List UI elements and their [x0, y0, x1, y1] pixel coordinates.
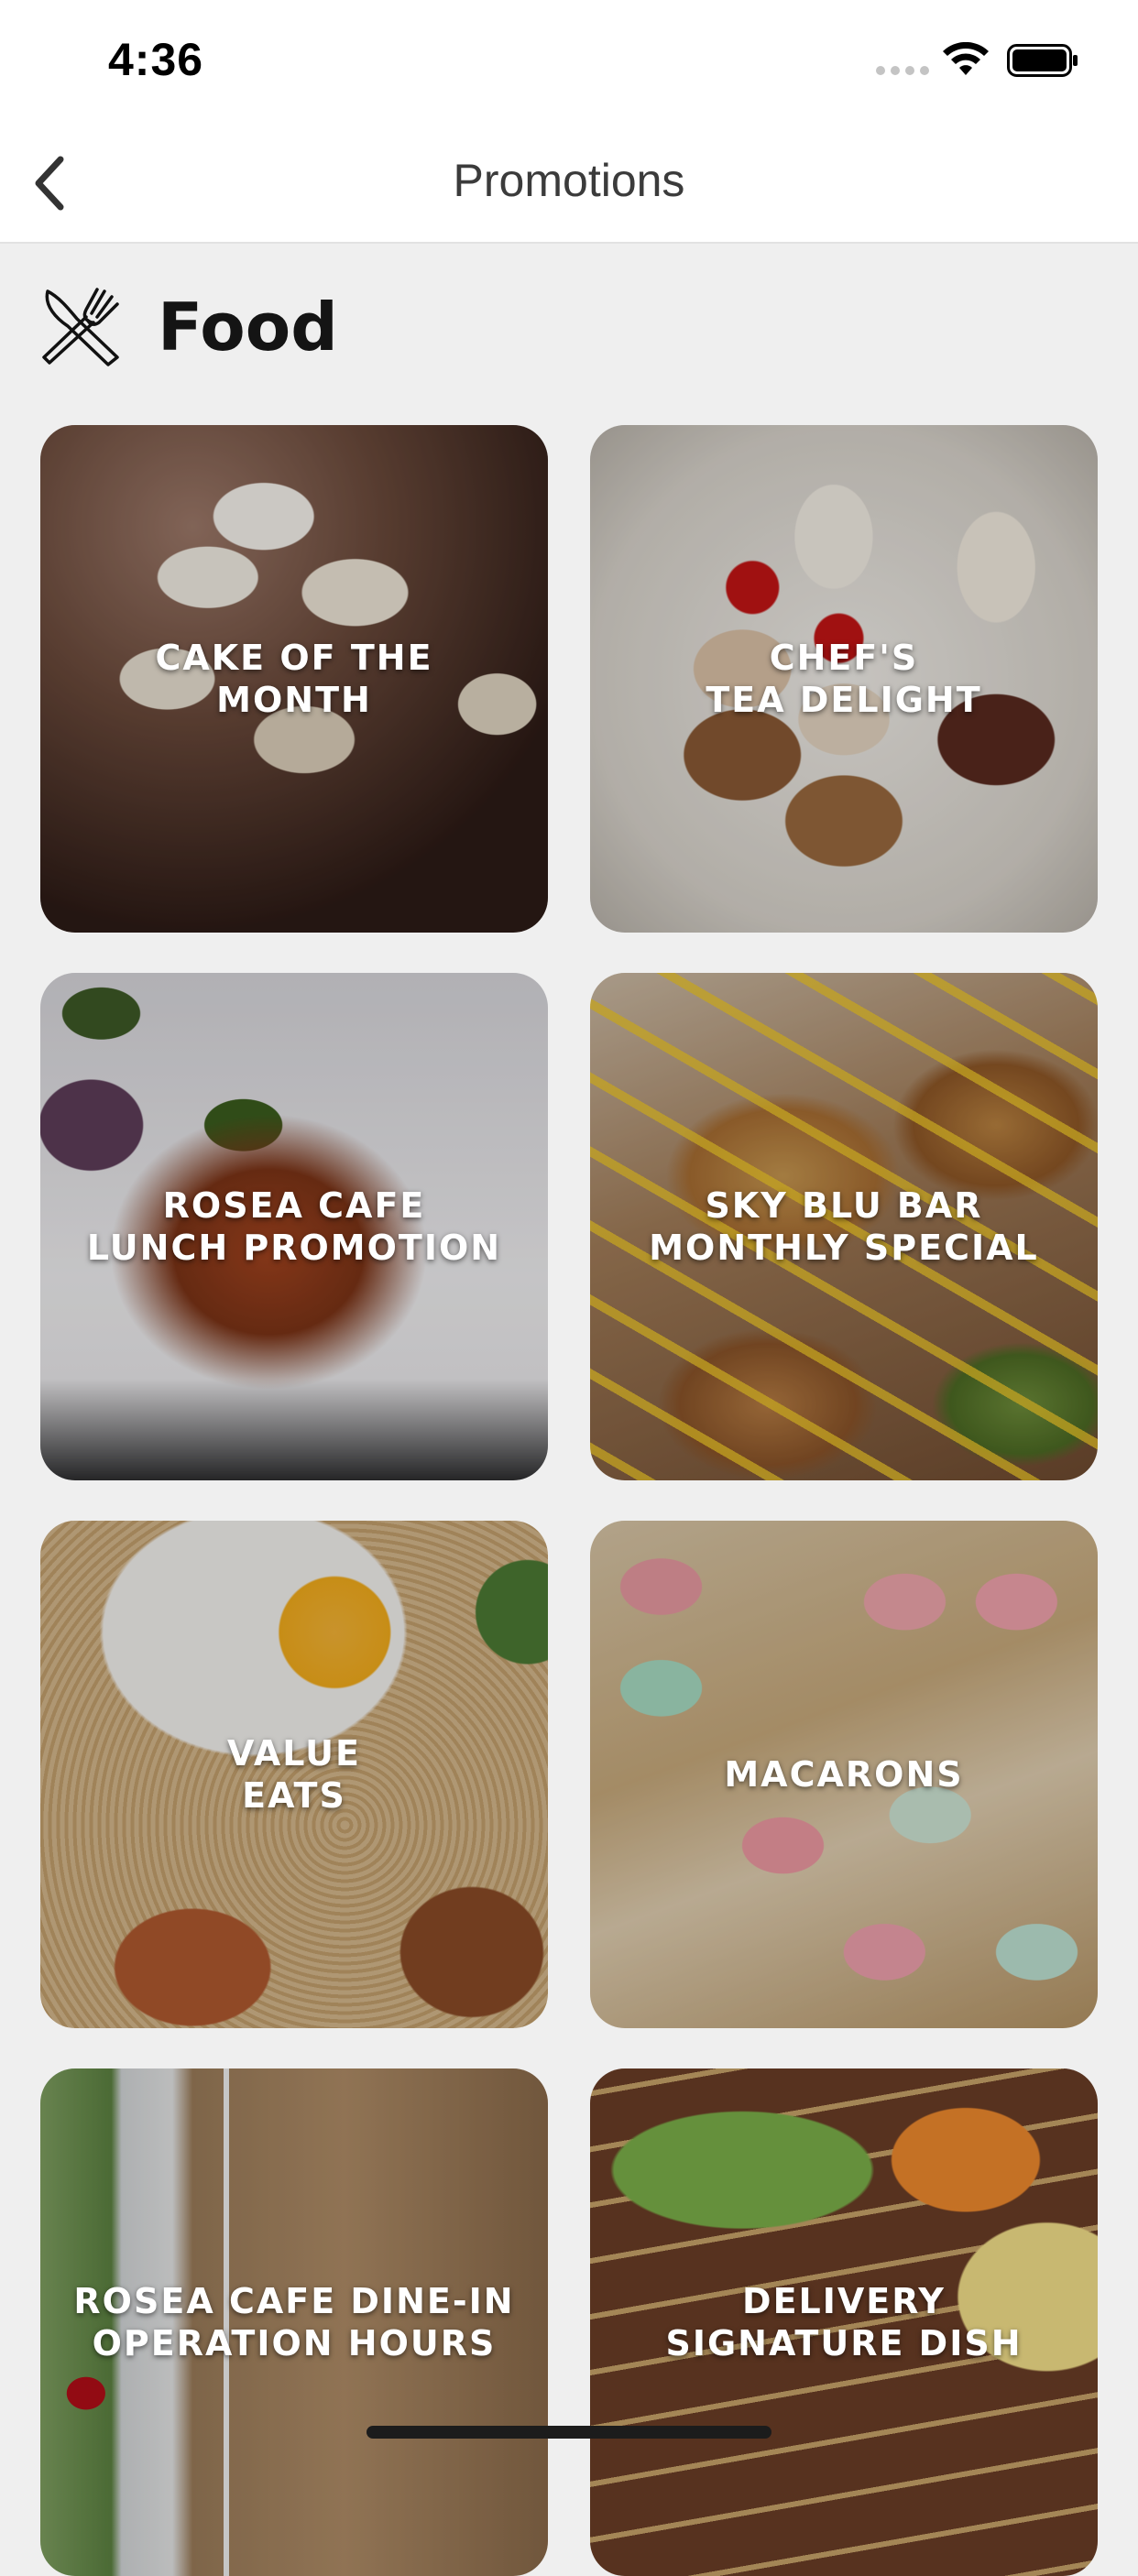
promo-card-label: ROSEA CAFE LUNCH PROMOTION — [86, 1185, 502, 1268]
fork-knife-icon — [42, 288, 119, 366]
home-indicator[interactable] — [367, 2426, 771, 2439]
section-title: Food — [158, 289, 338, 366]
promo-card-chefs-tea-delight[interactable]: CHEF'S TEA DELIGHT — [590, 425, 1098, 933]
promo-card-label: CHEF'S TEA DELIGHT — [706, 638, 982, 720]
promo-card-label: DELIVERY SIGNATURE DISH — [665, 2281, 1023, 2363]
promotions-grid: CAKE OF THE MONTH CHEF'S TEA DELIGHT ROS… — [40, 425, 1098, 2576]
section-header: Food — [40, 286, 338, 368]
nav-bar: Promotions — [0, 121, 1138, 244]
promo-card-value-eats[interactable]: VALUE EATS — [40, 1521, 548, 2028]
promo-card-delivery-signature-dish[interactable]: DELIVERY SIGNATURE DISH — [590, 2068, 1098, 2576]
battery-icon — [1007, 44, 1078, 77]
promo-card-label: SKY BLU BAR MONTHLY SPECIAL — [649, 1185, 1039, 1268]
status-bar: 4:36 — [0, 0, 1138, 121]
promo-card-rosea-cafe-dine-in[interactable]: ROSEA CAFE DINE-IN OPERATION HOURS — [40, 2068, 548, 2576]
promo-card-label: ROSEA CAFE DINE-IN OPERATION HOURS — [73, 2281, 515, 2363]
promo-card-sky-blu-bar[interactable]: SKY BLU BAR MONTHLY SPECIAL — [590, 973, 1098, 1480]
status-time: 4:36 — [108, 34, 204, 85]
signal-dots-icon — [876, 66, 929, 75]
page-title: Promotions — [453, 155, 685, 206]
promo-card-label: MACARONS — [724, 1754, 964, 1795]
promo-card-cake-of-the-month[interactable]: CAKE OF THE MONTH — [40, 425, 548, 933]
promo-card-label: VALUE EATS — [227, 1733, 361, 1816]
promo-card-macarons[interactable]: MACARONS — [590, 1521, 1098, 2028]
promo-card-label: CAKE OF THE MONTH — [155, 638, 433, 720]
promo-card-rosea-cafe-lunch[interactable]: ROSEA CAFE LUNCH PROMOTION — [40, 973, 548, 1480]
wifi-icon — [943, 42, 989, 75]
